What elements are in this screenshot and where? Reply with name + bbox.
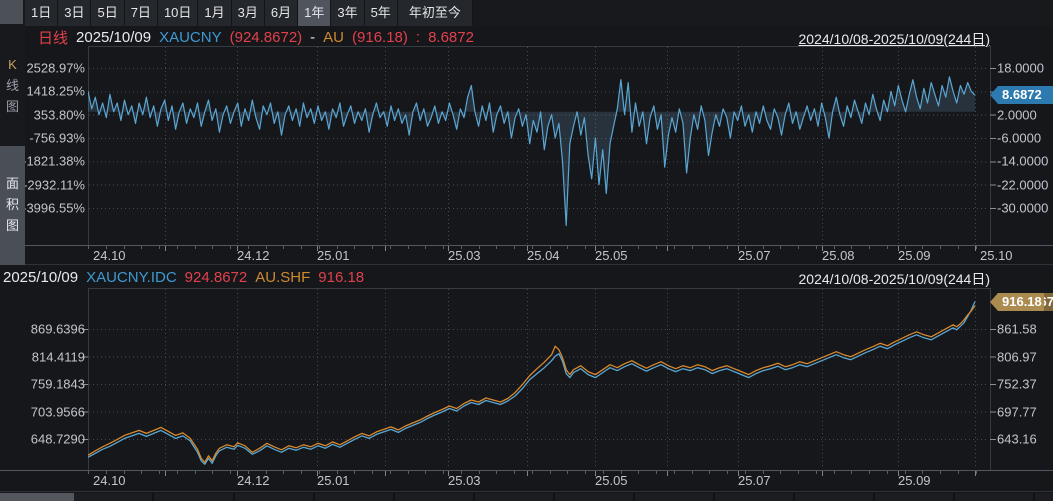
scrollbar-separator xyxy=(953,493,955,501)
trading-terminal: 1日3日5日7日10日1月3月6月1年3年5年年初至今 K线图面积图 日线 20… xyxy=(0,0,1053,501)
scrollbar-separator xyxy=(633,493,635,501)
bottom-date-range: 2024/10/08-2025/10/09(244日) xyxy=(799,269,990,289)
chart-type-sidebar: K线图面积图 xyxy=(0,26,25,265)
chart-type-char: K xyxy=(8,58,17,72)
top-x-label: 25.10 xyxy=(980,248,1013,263)
scrollbar-separator xyxy=(1033,493,1035,501)
top-y-label-right: -30.0000 xyxy=(997,201,1048,216)
bottom-x-label: 25.01 xyxy=(317,473,350,488)
period-tab-1日[interactable]: 1日 xyxy=(25,0,58,26)
period-tab-年初至今[interactable]: 年初至今 xyxy=(398,0,473,26)
symbol2-value: (916.18) xyxy=(352,29,408,46)
top-y-label-right: 18.0000 xyxy=(997,61,1044,76)
scrollbar-separator xyxy=(233,493,235,501)
bottom-y-label-right: 697.77 xyxy=(997,404,1037,419)
scrollbar-separator xyxy=(393,493,395,501)
top-y-label-right: 2.0000 xyxy=(997,107,1037,122)
symbol1-label: XAUCNY.IDC xyxy=(86,269,177,286)
chart-type-tab-K线图[interactable]: K线图 xyxy=(0,26,25,146)
bottom-y-label-right: 806.97 xyxy=(997,349,1037,364)
bottom-y-label-right: 752.37 xyxy=(997,377,1037,392)
chart-type-char: 图 xyxy=(6,100,19,114)
period-tab-1年[interactable]: 1年 xyxy=(298,0,331,26)
period-tab-5年[interactable]: 5年 xyxy=(365,0,398,26)
bottom-y-label-left: 703.9566 xyxy=(0,404,85,419)
separator-dash: - xyxy=(310,29,315,46)
scrollbar-separator xyxy=(313,493,315,501)
scrollbar-separator xyxy=(713,493,715,501)
spread-value: 8.6872 xyxy=(428,29,474,46)
symbol2-label: AU.SHF xyxy=(255,269,310,286)
period-tab-10日[interactable]: 10日 xyxy=(158,0,198,26)
date-label: 2025/10/09 xyxy=(76,29,151,46)
top-x-label: 25.07 xyxy=(738,248,771,263)
symbol1-value: 924.8672 xyxy=(185,269,248,286)
period-tab-3日[interactable]: 3日 xyxy=(58,0,91,26)
symbol1-value: (924.8672) xyxy=(230,29,303,46)
period-label: 日线 xyxy=(38,27,68,48)
period-tab-3月[interactable]: 3月 xyxy=(232,0,265,26)
corner-square[interactable] xyxy=(0,0,23,24)
top-x-label: 24.12 xyxy=(237,248,270,263)
top-x-label: 25.03 xyxy=(448,248,481,263)
scrollbar-separator xyxy=(152,493,154,501)
chart-type-char: 图 xyxy=(6,219,19,233)
period-tab-3年[interactable]: 3年 xyxy=(331,0,364,26)
chart-type-char: 线 xyxy=(6,79,19,93)
top-x-label: 25.01 xyxy=(317,248,350,263)
chart-type-tab-面积图[interactable]: 面积图 xyxy=(0,146,25,266)
top-y-label-right: -14.0000 xyxy=(997,154,1048,169)
bottom-y-label-left: 759.1843 xyxy=(0,377,85,392)
symbol2-label: AU xyxy=(323,29,344,46)
symbol2-value: 916.18 xyxy=(318,269,364,286)
scrollbar-thumb[interactable] xyxy=(0,493,74,501)
scrollbar-separator xyxy=(793,493,795,501)
tabbar-filler xyxy=(473,0,1053,26)
top-y-label-right: -6.0000 xyxy=(997,131,1041,146)
period-tabbar: 1日3日5日7日10日1月3月6月1年3年5年年初至今 xyxy=(0,0,1053,26)
bottom-y-label-right: 643.16 xyxy=(997,432,1037,447)
period-tab-5日[interactable]: 5日 xyxy=(91,0,124,26)
top-y-label-right: -22.0000 xyxy=(997,177,1048,192)
bottom-y-label-left: 814.4119 xyxy=(0,349,85,364)
colon: : xyxy=(416,29,420,46)
bottom-y-label-right: 861.58 xyxy=(997,322,1037,337)
date-label: 2025/10/09 xyxy=(3,269,78,286)
chart-type-char: 积 xyxy=(6,198,19,212)
au-price-badge: 916.18 xyxy=(990,293,1044,311)
scrollbar-separator xyxy=(873,493,875,501)
top-date-range[interactable]: 2024/10/08-2025/10/09(244日) xyxy=(799,29,990,49)
bottom-x-label: 25.03 xyxy=(448,473,481,488)
bottom-pane-header: 2025/10/09 XAUCNY.IDC 924.8672 AU.SHF 91… xyxy=(3,267,364,287)
period-tab-7日[interactable]: 7日 xyxy=(125,0,158,26)
scrollbar-separator xyxy=(473,493,475,501)
bottom-x-label: 24.10 xyxy=(93,473,126,488)
bottom-x-label: 25.05 xyxy=(595,473,628,488)
bottom-x-label: 25.09 xyxy=(898,473,931,488)
chart-type-char: 面 xyxy=(6,177,19,191)
bottom-y-label-left: 869.6396 xyxy=(0,322,85,337)
period-tab-6月[interactable]: 6月 xyxy=(265,0,298,26)
period-tab-1月[interactable]: 1月 xyxy=(198,0,231,26)
top-x-label: 25.05 xyxy=(595,248,628,263)
bottom-x-label: 25.07 xyxy=(738,473,771,488)
top-x-label: 25.09 xyxy=(898,248,931,263)
scrollbar-separator xyxy=(553,493,555,501)
top-x-label: 25.04 xyxy=(527,248,560,263)
time-scrollbar[interactable] xyxy=(0,493,1053,501)
bottom-y-label-left: 648.7290 xyxy=(0,432,85,447)
top-x-label: 24.10 xyxy=(93,248,126,263)
top-x-label: 25.08 xyxy=(822,248,855,263)
spread-price-badge: 8.6872 xyxy=(990,86,1053,104)
bottom-x-label: 24.12 xyxy=(237,473,270,488)
symbol1-label: XAUCNY xyxy=(159,29,222,46)
top-pane-header: 日线 2025/10/09 XAUCNY (924.8672) - AU (91… xyxy=(38,27,474,47)
